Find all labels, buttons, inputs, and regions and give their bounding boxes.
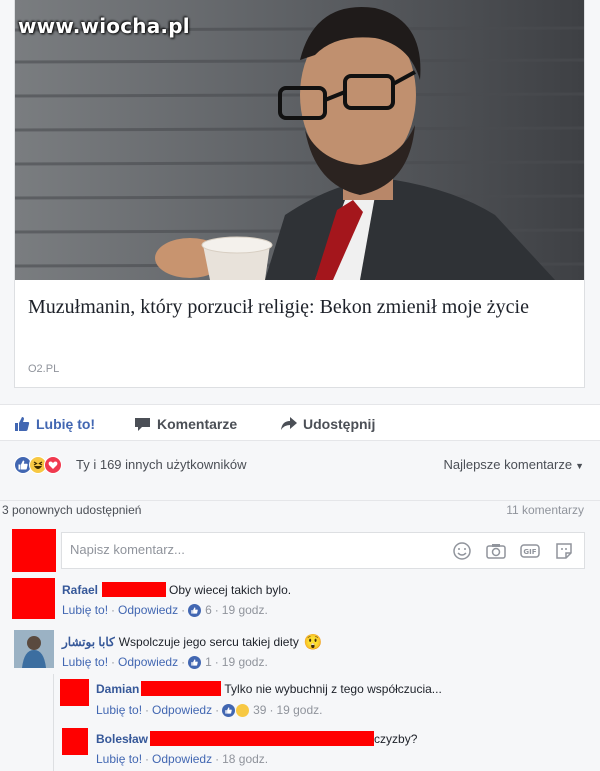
share-button[interactable]: Udostępnij <box>280 405 375 442</box>
like-count-icon <box>222 703 236 717</box>
post-action-bar: Lubię to! Komentarze Udostępnij <box>0 404 600 441</box>
haha-count-icon <box>236 703 250 717</box>
comment-avatar[interactable] <box>12 578 55 619</box>
comment-like-count[interactable]: 6 <box>205 603 212 617</box>
gif-icon[interactable]: GIF <box>520 541 540 561</box>
comment-input[interactable] <box>70 542 430 557</box>
reactions-row: Ty i 169 innych użytkowników Najlepsze k… <box>0 441 600 501</box>
name-redaction <box>102 582 167 597</box>
comment-reply-link[interactable]: Odpowiedz <box>118 603 178 617</box>
comment-avatar[interactable] <box>14 630 54 668</box>
comment-author[interactable]: کابا بوتشار <box>62 635 115 649</box>
article-photo[interactable] <box>15 0 584 280</box>
comments-count[interactable]: 11 komentarzy <box>506 503 584 517</box>
comment-author[interactable]: Rafael <box>62 583 98 597</box>
comment-reply-link[interactable]: Odpowiedz <box>118 655 178 669</box>
current-user-avatar <box>12 529 56 572</box>
article-source: O2.PL <box>28 363 60 375</box>
man-with-teacup-photo <box>15 0 584 280</box>
reply-avatar[interactable] <box>60 679 89 706</box>
camera-icon[interactable] <box>486 541 506 561</box>
reply-reply-link[interactable]: Odpowiedz <box>152 703 212 717</box>
speech-bubble-icon <box>134 416 151 432</box>
comment-button[interactable]: Komentarze <box>134 405 237 442</box>
svg-text:GIF: GIF <box>523 548 536 556</box>
name-redaction <box>141 681 222 696</box>
reply-like-link[interactable]: Lubię to! <box>96 703 142 717</box>
comment-sort-dropdown[interactable]: Najlepsze komentarze ▼ <box>443 457 584 472</box>
reply-like-link[interactable]: Lubię to! <box>96 752 142 766</box>
comment-like-link[interactable]: Lubię to! <box>62 603 108 617</box>
comment-like-count[interactable]: 1 <box>205 655 212 669</box>
share-button-label: Udostępnij <box>303 415 376 432</box>
comment-meta: Lubię to! · Odpowiedz · 6 · 19 godz. <box>62 603 268 617</box>
reply-avatar[interactable] <box>62 728 88 755</box>
comment-time[interactable]: 19 godz. <box>222 603 268 617</box>
reply-time[interactable]: 19 godz. <box>276 703 322 717</box>
article-headline[interactable]: Muzułmanin, który porzucił religię: Beko… <box>28 293 573 322</box>
share-arrow-icon <box>280 416 297 431</box>
like-count-icon <box>188 603 202 617</box>
link-preview-card[interactable]: Muzułmanin, który porzucił religię: Beko… <box>14 0 585 388</box>
love-reaction-icon <box>44 456 62 474</box>
site-watermark: www.wiocha.pl <box>18 14 190 38</box>
reply-author[interactable]: Bolesław <box>96 732 148 746</box>
reply-like-count[interactable]: 39 <box>253 703 266 717</box>
reply-time[interactable]: 18 godz. <box>222 752 268 766</box>
reply-body: Bolesław czyzby? <box>96 731 417 746</box>
caret-down-icon: ▼ <box>575 461 584 471</box>
reply-thread-line <box>53 674 54 771</box>
comment-like-link[interactable]: Lubię to! <box>62 655 108 669</box>
reply-meta: Lubię to! · Odpowiedz · 18 godz. <box>96 752 269 766</box>
comment-body: کابا بوتشار Wspolczuje jego sercu takiej… <box>62 633 323 651</box>
comment-composer: GIF <box>61 532 585 569</box>
reply-text: czyzby? <box>374 731 418 746</box>
thumbs-up-icon <box>14 416 30 432</box>
shares-count[interactable]: 3 ponownych udostępnień <box>2 503 141 517</box>
reactions-summary[interactable]: Ty i 169 innych użytkowników <box>76 457 247 472</box>
sticker-icon[interactable] <box>554 541 574 561</box>
reaction-icons[interactable] <box>14 456 62 474</box>
reply-meta: Lubię to! · Odpowiedz · 39 · 19 godz. <box>96 703 323 717</box>
comment-text: Wspolczuje jego sercu takiej diety <box>118 635 299 649</box>
like-count-icon <box>188 655 202 669</box>
reply-body: Damian Tylko nie wybuchnij z tego współc… <box>96 681 442 696</box>
comment-button-label: Komentarze <box>157 415 238 432</box>
like-button[interactable]: Lubię to! <box>14 405 95 442</box>
comment-text: Oby wiecej takich bylo. <box>169 582 292 597</box>
composer-tools: GIF <box>452 541 574 561</box>
shocked-emoji: 😲 <box>303 634 323 651</box>
reply-reply-link[interactable]: Odpowiedz <box>152 752 212 766</box>
comment-time[interactable]: 19 godz. <box>222 655 268 669</box>
reply-author[interactable]: Damian <box>96 682 139 696</box>
name-redaction <box>150 731 375 746</box>
comment-sort-label: Najlepsze komentarze <box>443 457 573 472</box>
comment-meta: Lubię to! · Odpowiedz · 1 · 19 godz. <box>62 655 268 669</box>
emoji-icon[interactable] <box>452 541 472 561</box>
reply-text: Tylko nie wybuchnij z tego współczucia..… <box>224 681 442 696</box>
like-button-label: Lubię to! <box>36 415 96 432</box>
comment-body: Rafael Oby wiecej takich bylo. <box>62 582 291 597</box>
shares-row: 3 ponownych udostępnień 11 komentarzy <box>0 500 600 522</box>
